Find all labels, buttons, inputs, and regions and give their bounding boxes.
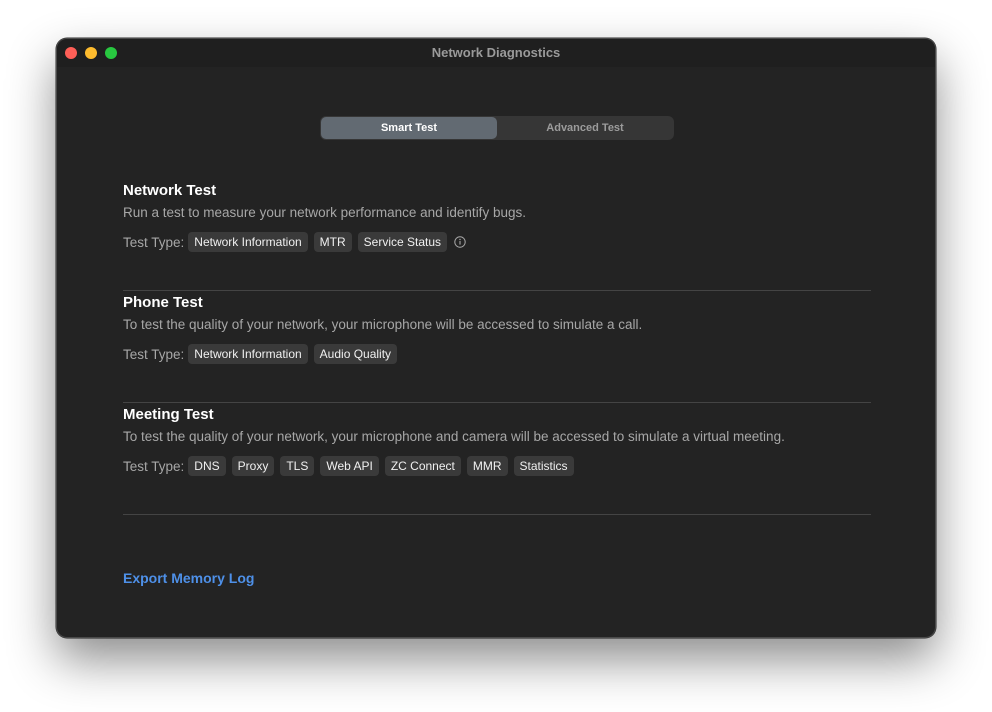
test-type-chip: Network Information [188,232,308,252]
test-type-row: Test Type: Network Information Audio Qua… [123,344,403,364]
test-type-chip: Web API [320,456,379,476]
section-title: Meeting Test [123,406,214,423]
tab-advanced-test[interactable]: Advanced Test [497,117,673,139]
meeting-test-section: Meeting Test To test the quality of your… [123,403,871,515]
test-type-chip: ZC Connect [384,456,461,476]
section-description: Run a test to measure your network perfo… [123,205,526,220]
test-type-label: Test Type: [123,458,185,474]
test-type-label: Test Type: [123,234,185,250]
test-type-label: Test Type: [123,346,185,362]
test-type-chip: Network Information [188,344,308,364]
test-type-chip: Audio Quality [313,344,398,364]
section-description: To test the quality of your network, you… [123,429,785,444]
section-title: Phone Test [123,294,203,311]
test-type-chip: MMR [466,456,508,476]
test-mode-segmented-control: Smart Test Advanced Test [320,116,674,140]
test-type-row: Test Type: DNS Proxy TLS Web API ZC Conn… [123,456,580,476]
test-sections: Network Test Run a test to measure your … [123,179,871,515]
test-type-chip: TLS [280,456,315,476]
tab-smart-test[interactable]: Smart Test [321,117,497,139]
window-title: Network Diagnostics [431,45,561,60]
test-type-chip: Proxy [231,456,275,476]
test-type-chip: Statistics [513,456,574,476]
network-test-section: Network Test Run a test to measure your … [123,179,871,291]
phone-test-section: Phone Test To test the quality of your n… [123,291,871,403]
test-type-row: Test Type: Network Information MTR Servi… [123,232,466,252]
section-title: Network Test [123,182,217,199]
test-type-chip: Service Status [357,232,448,252]
title-bar[interactable]: Network Diagnostics [57,39,935,67]
info-circle-icon[interactable] [454,235,466,248]
test-type-chip: MTR [313,232,352,252]
network-diagnostics-window: Network Diagnostics Smart Test Advanced … [56,38,936,638]
section-description: To test the quality of your network, you… [123,317,643,332]
test-type-chip: DNS [188,456,226,476]
export-memory-log-link[interactable]: Export Memory Log [123,570,254,586]
